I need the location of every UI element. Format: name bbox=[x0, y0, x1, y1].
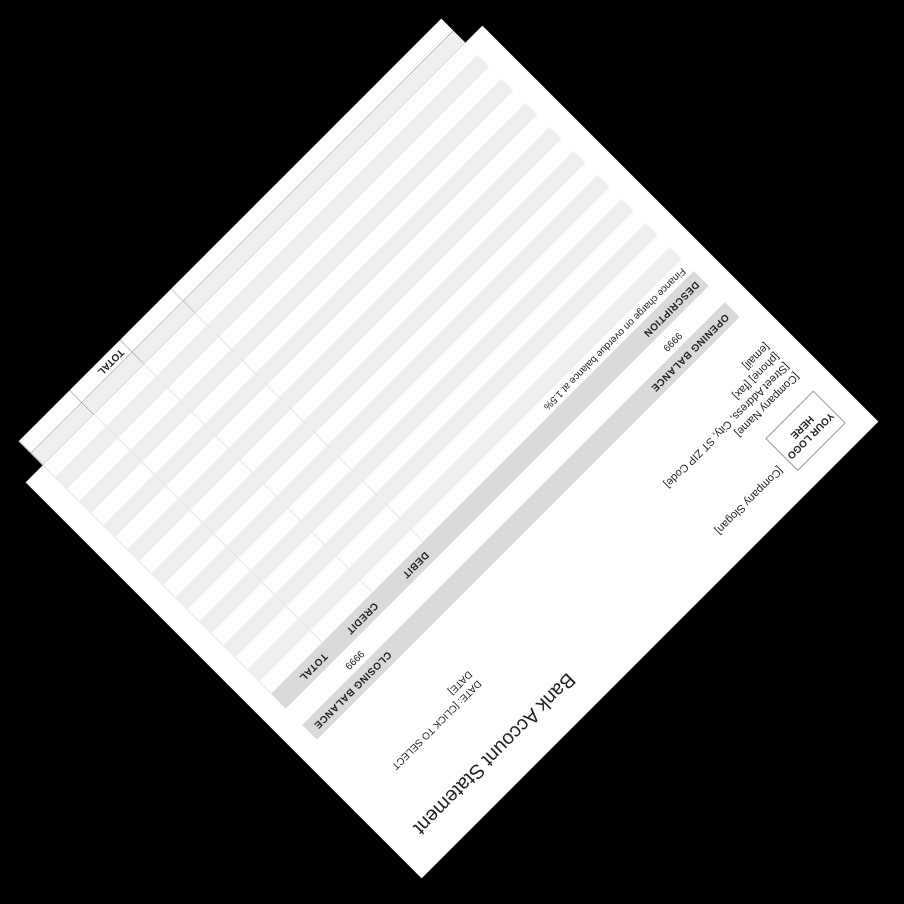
statement-page: YOUR LOGO HERE [Company Slogan] Bank Acc… bbox=[18, 18, 879, 879]
date-label-cont: DATE] bbox=[445, 668, 474, 697]
page-title: Bank Account Statement bbox=[408, 668, 580, 839]
company-slogan[interactable]: [Company Slogan] bbox=[713, 464, 785, 536]
